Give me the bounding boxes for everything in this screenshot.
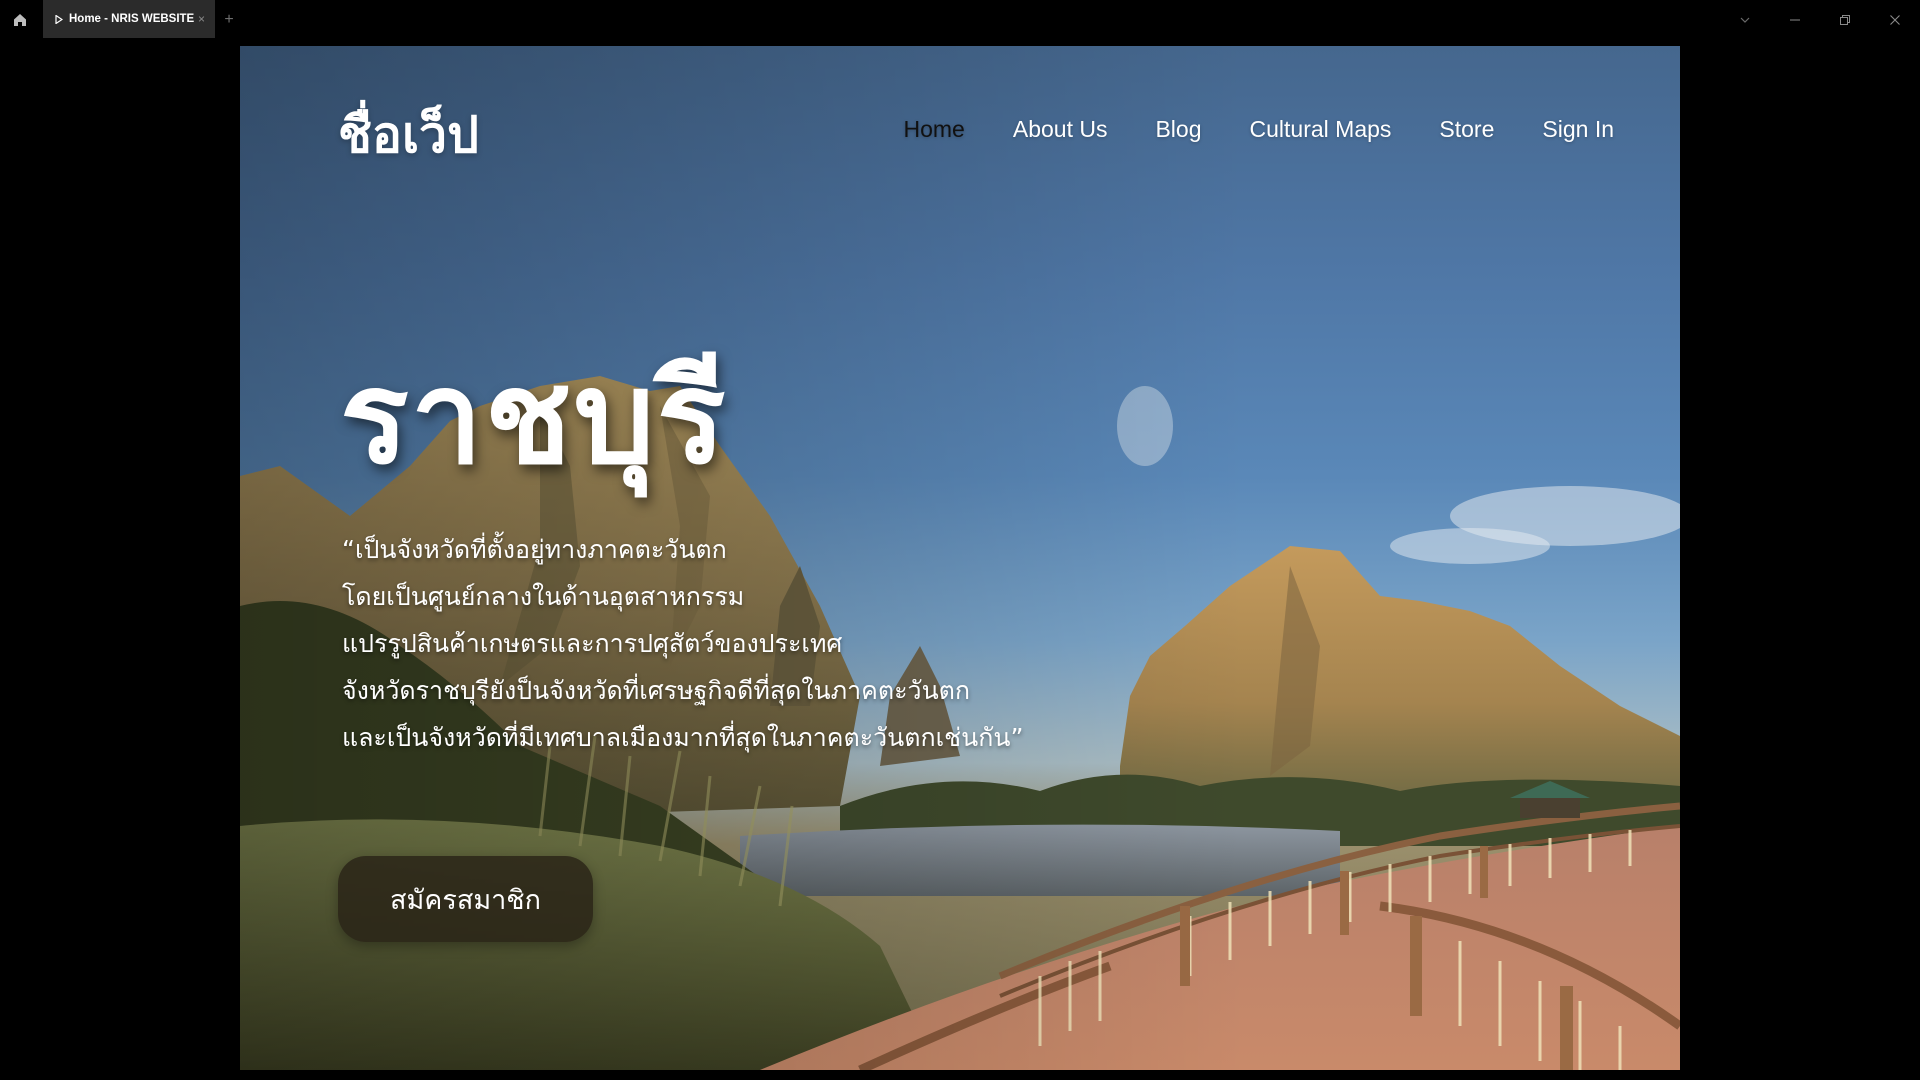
nav-about-us[interactable]: About Us [1013,116,1108,143]
description-line: โดยเป็นศูนย์กลางในด้านอุตสาหกรรม [342,582,745,611]
new-tab-button[interactable]: + [215,0,243,40]
browser-tab[interactable]: Home - NRIS WEBSITE × [43,0,215,38]
browser-titlebar: Home - NRIS WEBSITE × + [0,0,1920,40]
home-icon[interactable] [0,0,40,40]
chevron-down-icon[interactable] [1720,0,1770,40]
nav-home[interactable]: Home [904,116,965,143]
tab-title: Home - NRIS WEBSITE [69,13,194,25]
signup-button[interactable]: สมัครสมาชิก [338,856,593,942]
play-icon [55,14,63,24]
description-line: “เป็นจังหวัดที่ตั้งอยู่ทางภาคตะวันตก [342,535,727,564]
web-page: ชื่อเว็ป Home About Us Blog Cultural Map… [240,46,1680,1070]
nav-cultural-maps[interactable]: Cultural Maps [1250,116,1392,143]
description-line: แปรรูปสินค้าเกษตรและการปศุสัตว์ของประเทศ [342,629,843,658]
close-window-icon[interactable] [1870,0,1920,40]
window-controls [1720,0,1920,40]
main-navigation: Home About Us Blog Cultural Maps Store S… [856,116,1615,143]
description-line: และเป็นจังหวัดที่มีเทศบาลเมืองมากที่สุดใ… [342,723,1024,752]
site-logo[interactable]: ชื่อเว็ป [338,96,479,175]
minimize-icon[interactable] [1770,0,1820,40]
hero-description: “เป็นจังหวัดที่ตั้งอยู่ทางภาคตะวันตก โดย… [342,526,1162,761]
tab-close-icon[interactable]: × [198,12,205,26]
nav-store[interactable]: Store [1439,116,1494,143]
restore-icon[interactable] [1820,0,1870,40]
description-line: จังหวัดราชบุรียังป็นจังหวัดที่เศรษฐกิจดี… [342,676,971,705]
hero-title: ราชบุรี [340,343,728,493]
nav-blog[interactable]: Blog [1155,116,1201,143]
nav-sign-in[interactable]: Sign In [1542,116,1614,143]
